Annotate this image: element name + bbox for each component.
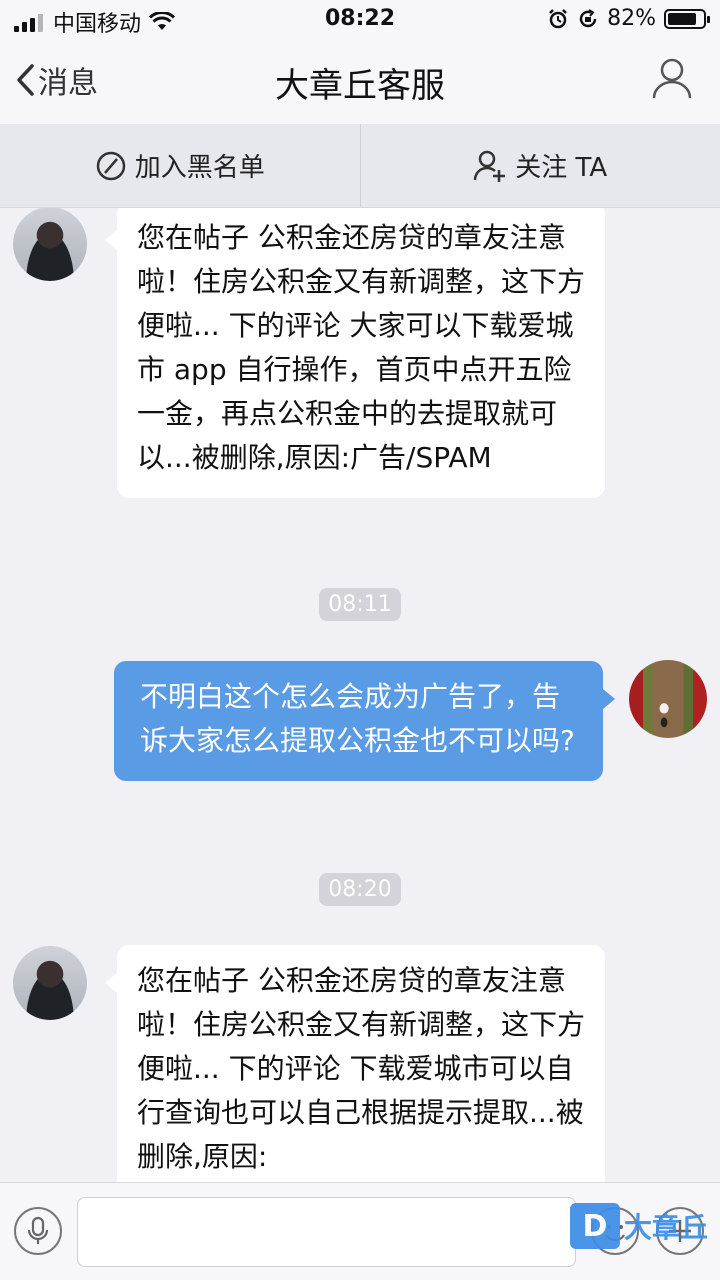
microphone-icon	[27, 1216, 49, 1244]
watermark-text: 大章丘	[624, 1211, 709, 1244]
battery-icon	[664, 8, 710, 29]
timestamp: 08:11	[0, 588, 720, 621]
page-title: 大章丘客服	[275, 66, 445, 106]
message-text: 不明白这个怎么会成为广告了，告诉大家怎么提取公积金也不可以吗?	[140, 680, 575, 757]
input-bar: D 大章丘	[0, 1182, 720, 1280]
watermark-logo: D 大章丘	[570, 1203, 708, 1249]
rotation-lock-icon	[579, 8, 597, 27]
alarm-icon	[549, 8, 567, 28]
status-right: 82%	[547, 6, 710, 31]
message-text: 您在帖子 公积金还房贷的章友注意啦！住房公积金又有新调整，这下方便啦... 下的…	[137, 221, 586, 474]
block-label: 加入黑名单	[134, 153, 265, 183]
profile-button[interactable]	[652, 56, 692, 104]
add-user-icon	[474, 150, 506, 182]
timestamp-label: 08:11	[319, 588, 401, 621]
message-bubble-sent[interactable]: 不明白这个怎么会成为广告了，告诉大家怎么提取公积金也不可以吗?	[114, 661, 615, 781]
message-input[interactable]	[77, 1197, 576, 1267]
avatar[interactable]	[13, 946, 87, 1020]
timestamp-label: 08:20	[319, 873, 401, 906]
battery-fill	[668, 12, 696, 25]
message-text: 您在帖子 公积金还房贷的章友注意啦！住房公积金又有新调整，这下方便啦... 下的…	[137, 964, 586, 1173]
follow-button[interactable]: 关注 TA	[361, 124, 720, 207]
watermark-badge: D	[570, 1203, 620, 1249]
voice-button[interactable]	[14, 1207, 62, 1255]
chat-area[interactable]: 您在帖子 公积金还房贷的章友注意啦！住房公积金又有新调整，这下方便啦... 下的…	[0, 208, 720, 1182]
user-icon	[652, 58, 692, 99]
message-bubble-received[interactable]: 您在帖子 公积金还房贷的章友注意啦！住房公积金又有新调整，这下方便啦... 下的…	[105, 208, 605, 498]
follow-label: 关注 TA	[515, 153, 608, 183]
battery-percent: 82%	[607, 6, 656, 31]
avatar[interactable]	[13, 208, 87, 281]
avatar[interactable]	[629, 660, 707, 738]
message-bubble-received[interactable]: 您在帖子 公积金还房贷的章友注意啦！住房公积金又有新调整，这下方便啦... 下的…	[105, 945, 605, 1182]
block-icon	[96, 151, 125, 180]
nav-bar: 消息 大章丘客服	[0, 40, 720, 124]
block-button[interactable]: 加入黑名单	[0, 124, 360, 207]
action-bar: 加入黑名单 关注 TA	[0, 124, 720, 208]
timestamp: 08:20	[0, 873, 720, 906]
status-bar: 中国移动 08:22 82%	[0, 0, 720, 40]
